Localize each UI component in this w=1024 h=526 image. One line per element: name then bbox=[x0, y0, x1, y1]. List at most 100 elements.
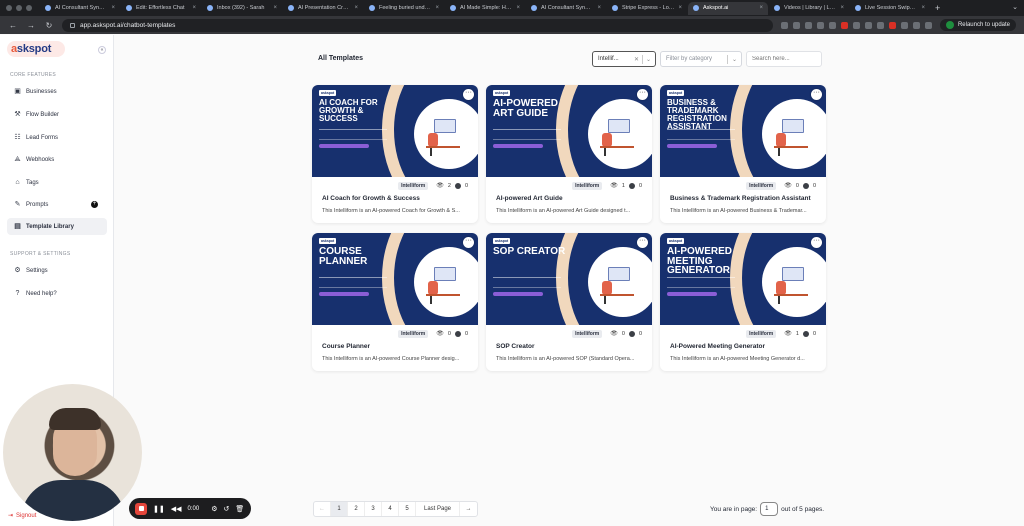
page-button-4[interactable]: 4 bbox=[382, 502, 399, 516]
template-card[interactable]: askspot COURSE PLANNER ··· Intelliform 👁 0 0 Co… bbox=[312, 233, 478, 371]
stop-recording-button[interactable] bbox=[135, 502, 147, 515]
card-meta: Intelliform 👁 1 0 bbox=[486, 180, 652, 191]
view-count: 0 bbox=[447, 330, 451, 337]
eye-icon: 👁 bbox=[784, 331, 792, 337]
forward-button[interactable]: → bbox=[26, 21, 36, 30]
briefcase-icon: ▣ bbox=[14, 88, 21, 95]
rewind-icon[interactable]: ◀◀ bbox=[171, 505, 182, 513]
page-button-3[interactable]: 3 bbox=[365, 502, 382, 516]
clear-filter-icon[interactable]: ✕ bbox=[634, 56, 639, 63]
close-icon[interactable]: × bbox=[111, 5, 115, 11]
restart-icon[interactable]: ↺ bbox=[223, 505, 229, 513]
category-filter-select[interactable]: Filter by category ⌄ bbox=[660, 51, 742, 67]
browser-tab[interactable]: AI Made Simple: How S × bbox=[445, 2, 525, 15]
add-prompt-icon[interactable]: + bbox=[91, 201, 98, 208]
page-button-5[interactable]: 5 bbox=[399, 502, 416, 516]
browser-tab[interactable]: Inbox (392) - Sarah × bbox=[202, 2, 282, 15]
browser-tab[interactable]: Videos | Library | Loom × bbox=[769, 2, 849, 15]
close-icon[interactable]: × bbox=[759, 5, 763, 11]
view-count: 0 bbox=[621, 330, 625, 337]
type-badge: Intelliform bbox=[572, 329, 603, 338]
close-icon[interactable]: × bbox=[273, 5, 277, 11]
browser-tab[interactable]: Askspot.ai × bbox=[688, 1, 768, 15]
card-menu-button[interactable]: ··· bbox=[811, 89, 822, 100]
sidebar-item-webhooks[interactable]: ⟁ Webhooks bbox=[7, 151, 107, 168]
template-card[interactable]: askspot SOP CREATOR ··· Intelliform 👁 0 0 SOP C… bbox=[486, 233, 652, 371]
close-icon[interactable]: × bbox=[921, 5, 925, 11]
pause-icon[interactable]: ❚❚ bbox=[153, 505, 165, 513]
close-icon[interactable]: × bbox=[678, 5, 682, 11]
download-icon bbox=[454, 182, 461, 189]
browser-tab[interactable]: Stripe Express - Login × bbox=[607, 2, 687, 15]
card-menu-button[interactable]: ··· bbox=[463, 89, 474, 100]
template-card[interactable]: askspot AI-POWERED ART GUIDE ··· Intellifor… bbox=[486, 85, 652, 223]
browser-tab[interactable]: Live Session Swipe - G × bbox=[850, 2, 930, 15]
page-button-1[interactable]: 1 bbox=[331, 502, 348, 516]
card-menu-button[interactable]: ··· bbox=[463, 237, 474, 248]
relaunch-button[interactable]: Relaunch to update bbox=[939, 19, 1016, 31]
banner-illustration bbox=[600, 115, 636, 157]
browser-tab-bar: AI Consultant Syndicate×Edit: Effortless… bbox=[0, 0, 1024, 16]
favicon-icon bbox=[693, 5, 699, 11]
browser-tab[interactable]: Feeling buried under d × bbox=[364, 2, 444, 15]
template-card[interactable]: askspot AI-POWERED MEETING GENERATOR ··· In… bbox=[660, 233, 826, 371]
download-count: 0 bbox=[464, 182, 468, 189]
section-label-support: SUPPORT & SETTINGS bbox=[10, 251, 71, 257]
banner-illustration bbox=[600, 263, 636, 305]
back-button[interactable]: ← bbox=[8, 21, 18, 30]
template-card[interactable]: askspot AI COACH FOR GROWTH & SUCCESS ··· I… bbox=[312, 85, 478, 223]
page-button-2[interactable]: 2 bbox=[348, 502, 365, 516]
sidebar-item-prompts[interactable]: ✎ Prompts + bbox=[7, 196, 107, 213]
trash-icon[interactable]: 🗑 bbox=[235, 505, 244, 513]
view-count: 1 bbox=[621, 182, 625, 189]
browser-tab[interactable]: AI Consultant Syndicate× bbox=[40, 2, 120, 15]
template-banner-image: askspot COURSE PLANNER bbox=[312, 233, 478, 325]
page-number-input[interactable]: 1 bbox=[760, 502, 779, 516]
type-filter-select[interactable]: Intellif... ✕ ⌄ bbox=[592, 51, 656, 67]
flow-icon: ⚒ bbox=[14, 111, 21, 118]
browser-tab[interactable]: Edit: Effortless Chat × bbox=[121, 2, 201, 15]
sidebar-item-businesses[interactable]: ▣ Businesses bbox=[7, 83, 107, 100]
reload-button[interactable]: ↻ bbox=[44, 21, 54, 30]
card-menu-button[interactable]: ··· bbox=[637, 89, 648, 100]
sidebar-item-tags[interactable]: ⌂ Tags bbox=[7, 174, 107, 191]
template-card[interactable]: askspot BUSINESS & TRADEMARK REGISTRATION… bbox=[660, 85, 826, 223]
settings-icon[interactable]: ⚙ bbox=[211, 505, 217, 513]
favicon-icon bbox=[288, 5, 294, 11]
close-icon[interactable]: × bbox=[597, 5, 601, 11]
brand-tag: askspot bbox=[493, 90, 511, 96]
sidebar-item-flow-builder[interactable]: ⚒ Flow Builder bbox=[7, 106, 107, 123]
close-icon[interactable]: × bbox=[516, 5, 520, 11]
page-title: All Templates bbox=[318, 55, 363, 62]
askspot-logo[interactable]: a skspot bbox=[7, 41, 65, 57]
tab-search-icon[interactable]: ⌄ bbox=[1012, 3, 1018, 11]
close-icon[interactable]: × bbox=[354, 5, 358, 11]
profile-avatar bbox=[945, 21, 954, 29]
search-input[interactable] bbox=[746, 51, 822, 67]
collapse-sidebar-button[interactable]: « bbox=[98, 46, 106, 54]
card-description: This Intelliform is an AI-powered Coach … bbox=[322, 208, 460, 214]
sidebar-item-template-library[interactable]: ▤ Template Library bbox=[7, 218, 107, 235]
close-icon[interactable]: × bbox=[840, 5, 844, 11]
url-field[interactable]: app.askspot.ai/chatbot-templates bbox=[62, 18, 773, 32]
webcam-bubble[interactable] bbox=[3, 384, 142, 521]
browser-tab[interactable]: AI Presentation Creator × bbox=[283, 2, 363, 15]
sidebar-item-lead-forms[interactable]: ☷ Lead Forms bbox=[7, 129, 107, 146]
close-icon[interactable]: × bbox=[435, 5, 439, 11]
card-menu-button[interactable]: ··· bbox=[637, 237, 648, 248]
download-icon bbox=[454, 330, 461, 337]
window-controls[interactable] bbox=[6, 5, 32, 11]
eye-icon: 👁 bbox=[436, 183, 444, 189]
card-menu-button[interactable]: ··· bbox=[811, 237, 822, 248]
card-meta: Intelliform 👁 0 0 bbox=[486, 328, 652, 339]
new-tab-button[interactable]: + bbox=[935, 3, 940, 13]
close-icon[interactable]: × bbox=[192, 5, 196, 11]
browser-tab[interactable]: AI Consultant Syndicate× bbox=[526, 2, 606, 15]
template-banner-image: askspot AI-POWERED ART GUIDE bbox=[486, 85, 652, 177]
last-page-button[interactable]: Last Page bbox=[416, 502, 460, 516]
prev-page-button[interactable]: ← bbox=[314, 502, 331, 516]
next-page-button[interactable]: → bbox=[460, 502, 477, 516]
sidebar-item-settings[interactable]: ⚙ Settings bbox=[7, 262, 107, 279]
extension-icons[interactable] bbox=[780, 21, 932, 29]
sidebar-item-need-help[interactable]: ? Need help? bbox=[7, 285, 107, 302]
